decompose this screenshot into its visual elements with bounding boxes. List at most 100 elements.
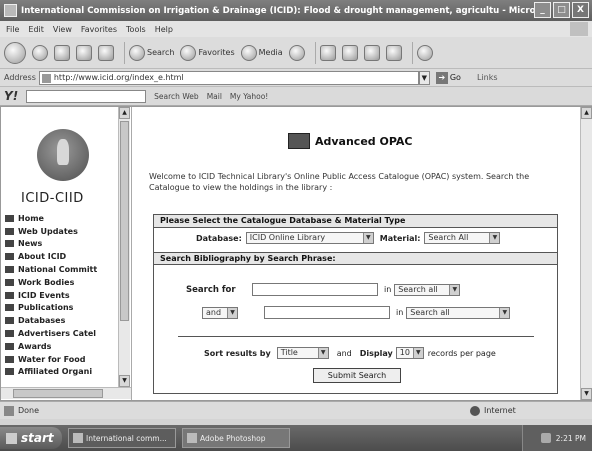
favorites-button[interactable]: Favorites <box>180 44 235 61</box>
toolbar: Search Favorites Media <box>0 37 592 69</box>
history-button[interactable] <box>288 44 305 61</box>
forward-button[interactable] <box>32 44 48 61</box>
bullet-icon <box>5 355 14 363</box>
system-tray: 2:21 PM <box>522 425 592 451</box>
windows-flag-icon <box>6 432 17 444</box>
search-field-value: Search all <box>410 307 450 317</box>
chevron-down-icon: ▼ <box>317 348 328 358</box>
stop-button[interactable] <box>54 44 70 61</box>
sidebar-item-national-committees[interactable]: National Committ <box>5 263 119 276</box>
window-title: International Commission on Irrigation &… <box>21 5 541 16</box>
links-button[interactable]: Links <box>477 73 498 82</box>
sidebar-item-work-bodies[interactable]: Work Bodies <box>5 276 119 289</box>
menu-tools[interactable]: Tools <box>126 25 146 34</box>
sidebar-item-affiliated[interactable]: Affiliated Organi <box>5 366 119 379</box>
refresh-button[interactable] <box>76 44 92 61</box>
tray-icon[interactable] <box>540 433 551 443</box>
discuss-button[interactable] <box>385 44 402 61</box>
submit-search-button[interactable]: Submit Search <box>313 368 401 383</box>
divider <box>178 336 534 337</box>
toolbar-separator <box>411 41 413 64</box>
menu-favorites[interactable]: Favorites <box>81 25 117 34</box>
sidebar-vertical-scrollbar[interactable]: ▲ ▼ <box>118 107 130 387</box>
chevron-down-icon: ▼ <box>499 307 510 318</box>
main-vertical-scrollbar[interactable]: ▲ ▼ <box>580 107 592 400</box>
yahoo-mail-button[interactable]: Mail <box>207 92 222 101</box>
sidebar-item-about[interactable]: About ICID <box>5 250 119 263</box>
menu-file[interactable]: File <box>6 25 19 34</box>
scroll-up-icon[interactable]: ▲ <box>119 107 130 119</box>
taskbar-item-browser[interactable]: International comm... <box>68 428 176 448</box>
window-controls: _ □ X <box>534 2 589 18</box>
yahoo-search-web-button[interactable]: Search Web <box>154 92 199 101</box>
home-icon <box>98 44 114 61</box>
go-button[interactable]: ➔ Go <box>435 71 461 84</box>
sidebar-item-label: Water for Food <box>18 354 86 364</box>
database-select[interactable]: ICID Online Library ▼ <box>245 232 374 244</box>
scroll-thumb[interactable] <box>13 389 103 398</box>
search-field-select-1[interactable]: Search all ▼ <box>394 283 461 296</box>
taskbar-item-photoshop[interactable]: Adobe Photoshop <box>182 428 290 448</box>
mail-button[interactable] <box>319 44 336 61</box>
material-label: Material: <box>379 233 421 243</box>
search-field-select-2[interactable]: Search all ▼ <box>406 306 511 319</box>
close-button[interactable]: X <box>572 2 589 18</box>
sidebar-horizontal-scrollbar[interactable] <box>1 387 131 399</box>
scroll-up-icon[interactable]: ▲ <box>581 107 592 119</box>
menu-help[interactable]: Help <box>155 25 173 34</box>
media-button[interactable]: Media <box>240 44 283 61</box>
sidebar-item-databases[interactable]: Databases <box>5 314 119 327</box>
home-button[interactable] <box>98 44 114 61</box>
material-select[interactable]: Search All ▼ <box>424 232 501 244</box>
menu-edit[interactable]: Edit <box>28 25 44 34</box>
sidebar-item-advertisers[interactable]: Advertisers Catel <box>5 327 119 340</box>
search-icon <box>129 44 145 61</box>
display-count-select[interactable]: 10 ▼ <box>395 347 424 359</box>
bullet-icon <box>5 342 14 350</box>
scroll-thumb[interactable] <box>120 121 129 321</box>
sidebar-item-news[interactable]: News <box>5 238 119 251</box>
address-dropdown-button[interactable]: ▼ <box>418 70 430 85</box>
bullet-icon <box>5 304 14 312</box>
sidebar-item-publications[interactable]: Publications <box>5 302 119 315</box>
scroll-down-icon[interactable]: ▼ <box>119 375 130 387</box>
section-search-header: Search Bibliography by Search Phrase: <box>154 252 557 265</box>
yahoo-toolbar: Y! Search Web Mail My Yahoo! <box>0 87 592 106</box>
address-input[interactable]: http://www.icid.org/index_e.html <box>38 70 419 85</box>
sidebar-item-events[interactable]: ICID Events <box>5 289 119 302</box>
scroll-down-icon[interactable]: ▼ <box>581 388 592 400</box>
bullet-icon <box>5 330 14 338</box>
sort-select[interactable]: Title ▼ <box>276 347 329 359</box>
database-row: Database: ICID Online Library ▼ Material… <box>196 232 501 244</box>
sidebar-item-web-updates[interactable]: Web Updates <box>5 225 119 238</box>
search-term-input-2[interactable] <box>264 306 390 319</box>
search-label: Search <box>147 48 175 57</box>
page-title: Advanced OPAC <box>288 133 413 149</box>
yahoo-logo[interactable]: Y! <box>4 89 18 103</box>
zone-text: Internet <box>484 406 516 415</box>
my-yahoo-button[interactable]: My Yahoo! <box>230 92 268 101</box>
menu-view[interactable]: View <box>53 25 72 34</box>
bullet-icon <box>5 266 14 274</box>
minimize-button[interactable]: _ <box>534 2 551 18</box>
history-icon <box>288 44 305 61</box>
taskbar: start International comm... Adobe Photos… <box>0 425 592 451</box>
boolean-operator-select[interactable]: and ▼ <box>202 306 238 319</box>
messenger-button[interactable] <box>416 44 433 61</box>
search-term-input-1[interactable] <box>252 283 378 296</box>
address-label: Address <box>4 73 36 82</box>
sidebar-item-awards[interactable]: Awards <box>5 340 119 353</box>
main-frame: Advanced OPAC Welcome to ICID Technical … <box>133 107 579 400</box>
maximize-button[interactable]: □ <box>553 2 570 18</box>
edit-button[interactable] <box>363 44 380 61</box>
sidebar-item-water-for-food[interactable]: Water for Food <box>5 353 119 366</box>
sidebar-item-home[interactable]: Home <box>5 212 119 225</box>
start-button[interactable]: start <box>0 427 62 449</box>
yahoo-search-input[interactable] <box>26 89 147 103</box>
globe-icon <box>470 405 480 416</box>
status-text: Done <box>18 406 40 415</box>
print-button[interactable] <box>341 44 358 61</box>
title-bar: International Commission on Irrigation &… <box>0 0 592 21</box>
back-button[interactable] <box>4 41 26 64</box>
search-button[interactable]: Search <box>129 44 175 61</box>
